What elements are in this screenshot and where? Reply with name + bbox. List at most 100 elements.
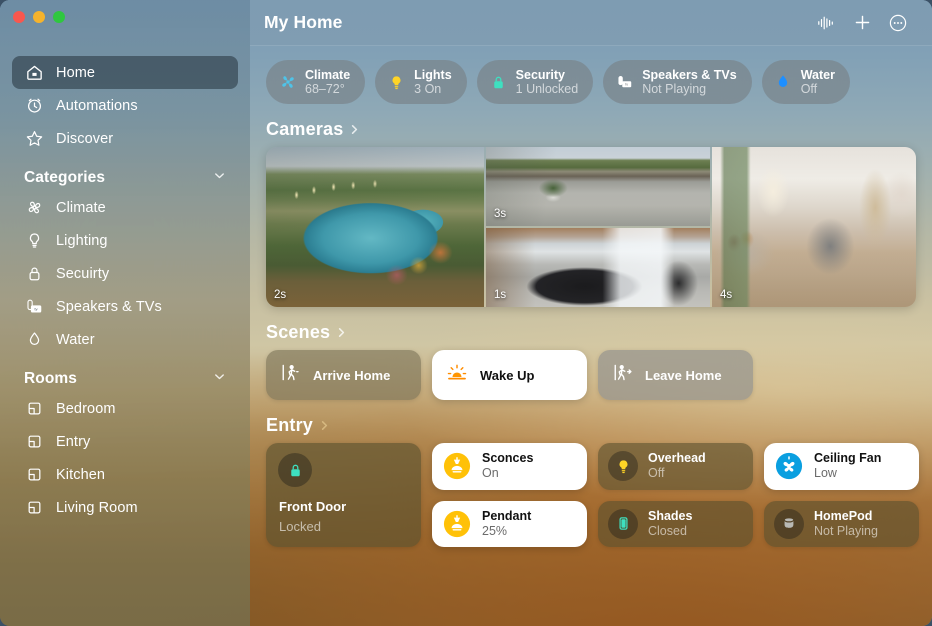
accessory-ceiling-fan[interactable]: Ceiling Fan Low — [764, 443, 919, 490]
room-icon — [24, 465, 44, 485]
sidebar-item-bedroom[interactable]: Bedroom — [12, 392, 238, 425]
status-pill-water[interactable]: Water Off — [761, 60, 850, 104]
accessory-state: Closed — [648, 523, 687, 538]
entry-accessory-grid: Front Door Locked Sconces On Pendant 25%… — [266, 443, 919, 547]
status-pill-name: Speakers & TVs — [642, 67, 737, 82]
close-button[interactable] — [13, 11, 25, 23]
sidebar-item-label: Speakers & TVs — [56, 298, 162, 315]
add-icon[interactable] — [844, 8, 880, 38]
sidebar-item-living-room[interactable]: Living Room — [12, 491, 238, 524]
siri-waveform-icon[interactable] — [808, 8, 844, 38]
sidebar-section-categories[interactable]: Categories — [24, 169, 226, 187]
sidebar-item-lighting[interactable]: Lighting — [12, 224, 238, 257]
camera-timestamp: 3s — [494, 208, 507, 220]
accessory-sconces[interactable]: Sconces On — [432, 443, 587, 490]
shade-icon — [608, 508, 638, 539]
accessory-shades[interactable]: Shades Closed — [598, 500, 753, 547]
sidebar-item-security[interactable]: Secuirty — [12, 257, 238, 290]
bulb-icon — [608, 451, 638, 482]
section-title: Cameras — [266, 119, 344, 139]
zoom-button[interactable] — [53, 11, 65, 23]
droplet-icon — [774, 73, 793, 92]
scene-label: Arrive Home — [313, 367, 391, 383]
fan-icon — [278, 73, 297, 92]
status-pill-value: Not Playing — [642, 82, 707, 96]
camera-timestamp: 4s — [720, 289, 733, 301]
chevron-down-icon[interactable] — [213, 370, 226, 388]
accessory-pendant[interactable]: Pendant 25% — [432, 500, 587, 547]
scene-wake-up[interactable]: Wake Up — [432, 350, 587, 400]
accessory-state: Off — [648, 466, 665, 481]
sidebar-item-speakers-tvs[interactable]: tv Speakers & TVs — [12, 290, 238, 323]
accessory-overhead[interactable]: Overhead Off — [598, 443, 753, 490]
droplet-icon — [24, 330, 44, 350]
camera-feed-image — [486, 147, 710, 226]
more-options-icon[interactable] — [880, 8, 916, 38]
camera-tile-driveway[interactable]: 3s — [486, 147, 710, 226]
camera-tile-living-room[interactable]: 4s — [712, 147, 916, 307]
accessory-name: Shades — [648, 508, 693, 523]
sidebar-item-discover[interactable]: Discover — [12, 122, 238, 155]
window-controls — [13, 11, 65, 23]
scene-leave-home[interactable]: Leave Home — [598, 350, 753, 400]
sidebar-item-water[interactable]: Water — [12, 323, 238, 356]
lock-icon — [489, 73, 508, 92]
accessory-name: HomePod — [814, 508, 873, 523]
status-pill-climate[interactable]: Climate 68–72° — [266, 60, 366, 104]
sunrise-icon — [446, 363, 468, 388]
sidebar-item-climate[interactable]: Climate — [12, 191, 238, 224]
sidebar-item-label: Discover — [56, 130, 114, 147]
sidebar-item-label: Home — [56, 64, 96, 81]
sidebar-item-entry[interactable]: Entry — [12, 425, 238, 458]
sidebar-scroll[interactable]: Home Automations Discover Categories Cli… — [0, 56, 250, 626]
fan-icon — [774, 451, 804, 481]
camera-tile-garage[interactable]: 1s — [486, 228, 710, 307]
status-pill-name: Climate — [305, 67, 351, 82]
status-pill-security[interactable]: Security 1 Unlocked — [476, 60, 594, 104]
section-title: Scenes — [266, 322, 331, 342]
camera-feed-image — [486, 228, 710, 307]
status-pill-speakers-tvs[interactable]: tv Speakers & TVs Not Playing — [603, 60, 752, 104]
accessory-state: 25% — [482, 523, 508, 538]
accessory-name: Pendant — [482, 508, 532, 523]
content-scroll[interactable]: Climate 68–72° Lights 3 On Security 1 Un… — [250, 46, 932, 626]
sidebar-item-kitchen[interactable]: Kitchen — [12, 458, 238, 491]
minimize-button[interactable] — [33, 11, 45, 23]
status-pill-name: Security — [515, 67, 565, 82]
star-icon — [24, 129, 44, 149]
section-title: Entry — [266, 415, 314, 435]
accessory-front-door[interactable]: Front Door Locked — [266, 443, 421, 547]
chevron-right-icon[interactable] — [318, 419, 331, 432]
camera-column-middle: 3s 1s — [486, 147, 710, 307]
section-header-entry[interactable]: Entry — [266, 415, 932, 436]
chevron-right-icon[interactable] — [348, 123, 361, 136]
room-icon — [24, 498, 44, 518]
scene-arrive-home[interactable]: Arrive Home — [266, 350, 421, 400]
accessory-name: Overhead — [648, 451, 706, 466]
sidebar-item-automations[interactable]: Automations — [12, 89, 238, 122]
accessory-state: Not Playing — [814, 523, 878, 538]
camera-timestamp: 1s — [494, 289, 507, 301]
svg-text:tv: tv — [625, 83, 628, 87]
accessory-homepod[interactable]: HomePod Not Playing — [764, 500, 919, 547]
sidebar-item-label: Bedroom — [56, 400, 116, 417]
chevron-down-icon[interactable] — [213, 169, 226, 187]
accessory-column-1: Sconces On Pendant 25% — [432, 443, 587, 547]
sidebar-section-rooms[interactable]: Rooms — [24, 370, 226, 388]
accessory-state: On — [482, 466, 499, 481]
section-header-cameras[interactable]: Cameras — [266, 119, 932, 140]
status-pill-lights[interactable]: Lights 3 On — [375, 60, 467, 104]
section-header-scenes[interactable]: Scenes — [266, 322, 932, 343]
accessory-name: Front Door — [279, 499, 347, 514]
chevron-right-icon[interactable] — [335, 326, 348, 339]
sidebar-item-home[interactable]: Home — [12, 56, 238, 89]
bulb-icon — [24, 231, 44, 251]
scene-label: Wake Up — [480, 367, 535, 383]
pendant-lamp-icon — [442, 451, 472, 481]
section-title: Rooms — [24, 370, 78, 387]
pendant-lamp-icon — [442, 509, 472, 539]
sidebar-item-label: Entry — [56, 433, 91, 450]
camera-tile-pool[interactable]: 2s — [266, 147, 484, 307]
sidebar-item-label: Water — [56, 331, 95, 348]
camera-feed-image — [266, 147, 484, 307]
